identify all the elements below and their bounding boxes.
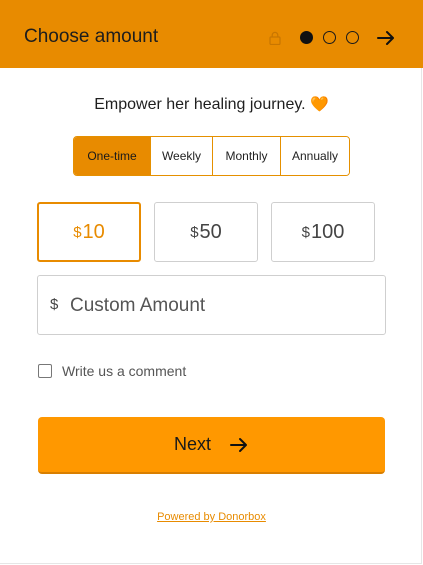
powered-by-link[interactable]: Powered by Donorbox (0, 511, 423, 523)
form-header: Choose amount (0, 0, 423, 68)
comment-option[interactable]: Write us a comment (38, 363, 186, 379)
lock-icon (269, 31, 281, 45)
tagline-text: Empower her healing journey. (94, 96, 306, 113)
currency-symbol: $ (190, 223, 199, 241)
amount-option-10[interactable]: $10 (37, 202, 141, 262)
step-dot-3 (346, 31, 359, 44)
currency-symbol: $ (73, 223, 82, 241)
donation-form: Choose amount Empower her healing journe… (0, 0, 423, 564)
currency-symbol: $ (50, 296, 59, 313)
frequency-annually[interactable]: Annually (280, 137, 349, 175)
amount-value: 100 (310, 220, 345, 243)
frequency-one-time[interactable]: One-time (74, 137, 150, 175)
comment-checkbox[interactable] (38, 364, 52, 378)
amount-value: 10 (82, 220, 105, 243)
amount-value: 50 (199, 220, 222, 243)
step-dot-2 (323, 31, 336, 44)
tagline: Empower her healing journey. 🧡 (0, 95, 423, 114)
arrow-right-icon[interactable] (376, 28, 396, 48)
amount-option-50[interactable]: $50 (154, 202, 258, 262)
frequency-monthly[interactable]: Monthly (212, 137, 280, 175)
arrow-right-icon (230, 437, 247, 452)
custom-amount-input[interactable] (68, 290, 372, 322)
step-dot-1-active (300, 31, 313, 44)
comment-label: Write us a comment (62, 363, 187, 379)
next-button-label: Next (173, 434, 211, 454)
heart-icon: 🧡 (310, 96, 329, 113)
amount-option-100[interactable]: $100 (271, 202, 375, 262)
frequency-selector: One-time Weekly Monthly Annually (73, 136, 350, 176)
next-button[interactable]: Next (38, 417, 385, 474)
custom-amount-field[interactable]: $ (37, 275, 386, 335)
currency-symbol: $ (301, 223, 310, 241)
frequency-weekly[interactable]: Weekly (150, 137, 212, 175)
header-title: Choose amount (24, 26, 159, 47)
